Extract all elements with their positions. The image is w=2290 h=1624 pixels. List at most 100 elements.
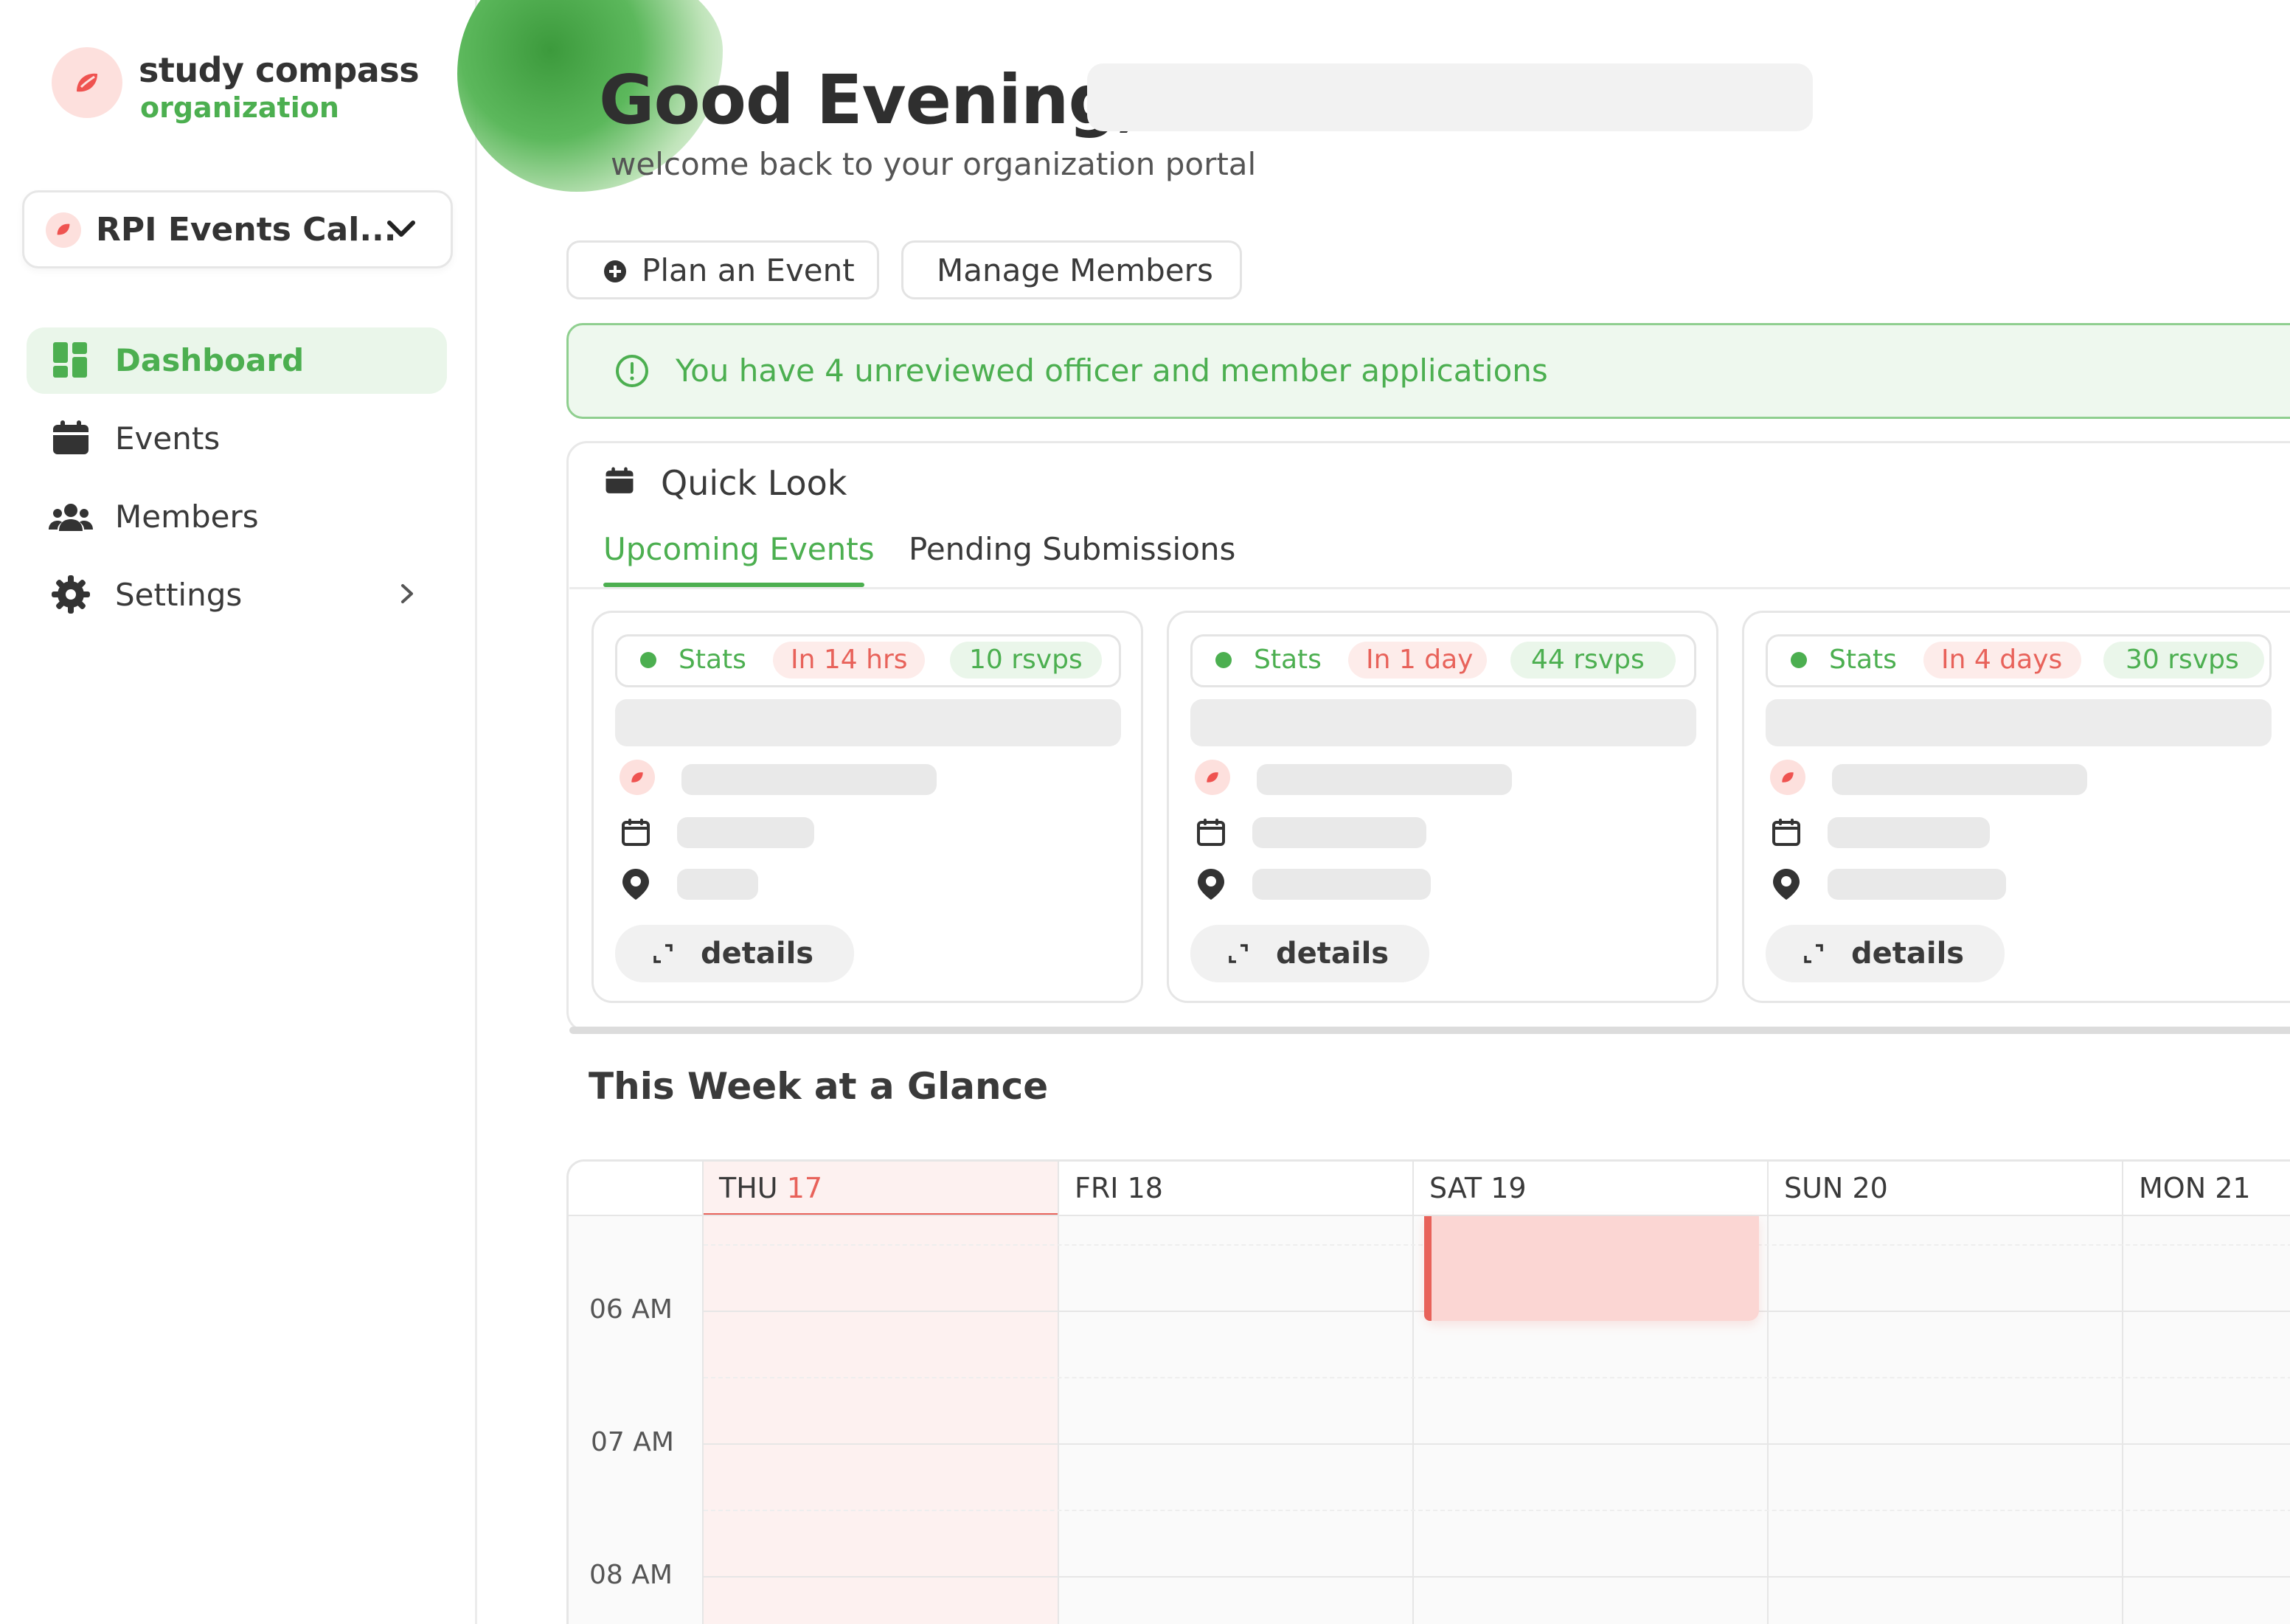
expand-icon (1804, 944, 1823, 963)
day-header-sat: SAT 19 (1429, 1172, 1527, 1204)
manage-members-label: Manage Members (937, 252, 1213, 288)
calendar-outline-icon (622, 819, 650, 846)
day-of-week: MON (2139, 1172, 2207, 1204)
time-badge-text: In 1 day (1366, 645, 1474, 675)
active-tab-indicator (603, 583, 864, 587)
expand-icon (653, 944, 673, 963)
calendar-icon (606, 467, 634, 493)
day-header-fri: FRI 18 (1075, 1172, 1163, 1204)
location-pin-icon (622, 869, 649, 900)
rsvp-badge-text: 10 rsvps (969, 645, 1083, 675)
leaf-icon (631, 772, 643, 782)
details-label: details (1276, 937, 1389, 971)
calendar-event[interactable] (1424, 1216, 1759, 1321)
location-pin-icon (1198, 869, 1224, 900)
event-title-placeholder (1190, 699, 1696, 746)
day-number: 18 (1127, 1172, 1163, 1204)
location-placeholder (1828, 869, 2006, 900)
week-calendar: THU 17 FRI 18 SAT 19 SUN 20 MON 21 06 AM… (566, 1159, 2290, 1624)
calendar-event-accent (1424, 1216, 1432, 1321)
day-header-thu: THU 17 (719, 1172, 822, 1204)
sidebar-item-label: Dashboard (115, 342, 305, 378)
alert-text: You have 4 unreviewed officer and member… (676, 353, 1548, 389)
column-divider (1058, 1162, 1059, 1624)
org-name-placeholder (1257, 764, 1512, 795)
date-placeholder (677, 817, 814, 848)
tab-upcoming-events[interactable]: Upcoming Events (603, 531, 875, 567)
half-hour-line (704, 1377, 2290, 1378)
location-pin-icon (1773, 869, 1800, 900)
day-number: 21 (2215, 1172, 2251, 1204)
brand-sub: organization (140, 91, 339, 124)
tab-pending-submissions[interactable]: Pending Submissions (909, 531, 1235, 567)
event-title-placeholder (615, 699, 1121, 746)
chevron-right-icon[interactable] (398, 583, 416, 605)
date-placeholder (1828, 817, 1990, 848)
status-dot (1791, 652, 1807, 668)
day-header-mon: MON 21 (2139, 1172, 2251, 1204)
calendar-icon[interactable] (52, 419, 90, 457)
members-icon[interactable] (49, 499, 93, 537)
day-of-week: SAT (1429, 1172, 1482, 1204)
leaf-icon (77, 73, 97, 92)
time-label: 06 AM (589, 1294, 673, 1325)
half-hour-line (704, 1510, 2290, 1511)
leaf-icon (1782, 772, 1794, 782)
week-title: This Week at a Glance (589, 1065, 1049, 1108)
day-of-week: FRI (1075, 1172, 1119, 1204)
time-label: 08 AM (589, 1560, 673, 1590)
day-number: 20 (1852, 1172, 1888, 1204)
sidebar-item-events[interactable]: Events (115, 420, 220, 457)
rsvp-badge-text: 30 rsvps (2126, 645, 2239, 675)
day-of-week: SUN (1784, 1172, 1844, 1204)
stats-label: Stats (1254, 645, 1322, 675)
location-placeholder (1252, 869, 1431, 900)
time-label: 07 AM (591, 1427, 674, 1457)
stats-label: Stats (1829, 645, 1897, 675)
event-title-placeholder (1766, 699, 2272, 746)
day-header-sun: SUN 20 (1784, 1172, 1888, 1204)
info-circle-icon (616, 355, 648, 387)
status-dot (1215, 652, 1232, 668)
day-of-week: THU (719, 1172, 778, 1204)
plan-event-label: Plan an Event (642, 252, 855, 288)
today-column (704, 1162, 1058, 1624)
page-title: Good Evening, (599, 60, 1142, 139)
location-placeholder (677, 869, 758, 900)
user-name-placeholder (1087, 63, 1813, 131)
calendar-outline-icon (1197, 819, 1225, 846)
plus-circle-icon (604, 260, 626, 282)
org-name-placeholder (681, 764, 937, 795)
stats-label: Stats (679, 645, 746, 675)
day-number: 19 (1491, 1172, 1527, 1204)
column-divider (702, 1162, 704, 1624)
sidebar-item-members[interactable]: Members (115, 499, 259, 535)
date-placeholder (1252, 817, 1426, 848)
leaf-icon (57, 223, 70, 235)
horizontal-scrollbar[interactable] (569, 1027, 2290, 1034)
details-label: details (1851, 937, 1965, 971)
sidebar-item-settings[interactable]: Settings (115, 577, 242, 613)
time-badge-text: In 14 hrs (791, 645, 908, 675)
details-label: details (701, 937, 814, 971)
tabs-divider (569, 587, 2290, 589)
column-divider (1767, 1162, 1769, 1624)
expand-icon (1229, 944, 1248, 963)
rsvp-badge-text: 44 rsvps (1531, 645, 1645, 675)
gear-icon[interactable] (52, 575, 90, 614)
column-divider (1412, 1162, 1414, 1624)
dashboard-icon (53, 342, 87, 378)
hour-line (704, 1576, 2290, 1578)
day-number: 17 (786, 1172, 823, 1204)
page-subtitle: welcome back to your organization portal (611, 146, 1257, 182)
chevron-down-icon[interactable] (385, 218, 417, 240)
brand-name: study compass (139, 50, 420, 90)
column-divider (2122, 1162, 2123, 1624)
hour-line (704, 1443, 2290, 1445)
leaf-icon (1207, 772, 1218, 782)
quick-look-title: Quick Look (661, 463, 847, 503)
org-name-placeholder (1832, 764, 2087, 795)
calendar-outline-icon (1772, 819, 1800, 846)
org-name: RPI Events Cal... (96, 211, 397, 249)
time-badge-text: In 4 days (1941, 645, 2063, 675)
